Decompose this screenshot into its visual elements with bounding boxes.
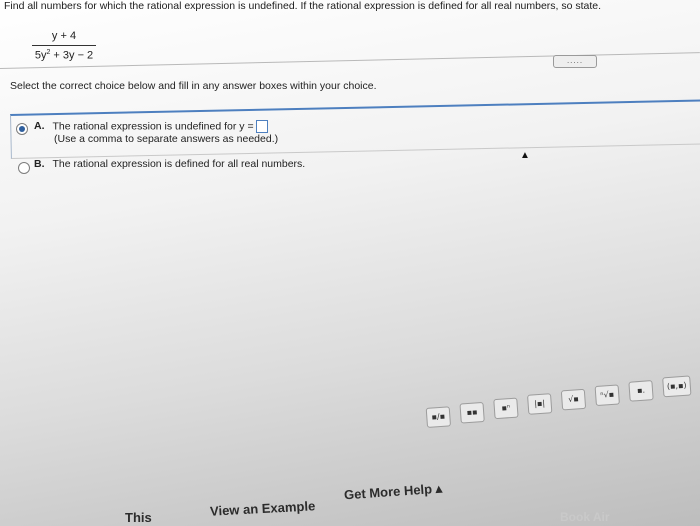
absolute-value-icon[interactable]: |▪| <box>527 393 553 415</box>
denominator: 5y2 + 3y − 2 <box>34 49 94 62</box>
choice-b-radio[interactable] <box>18 162 30 174</box>
choice-a-letter: A. <box>34 120 45 133</box>
more-options-button[interactable]: ..... <box>553 55 597 68</box>
rational-expression: y + 4 5y2 + 3y − 2 <box>30 30 98 62</box>
get-more-help-button[interactable]: Get More Help ▴ <box>344 481 443 504</box>
ordered-pair-icon[interactable]: (▪,▪) <box>662 375 692 398</box>
nth-root-icon[interactable]: ⁿ√▪ <box>594 384 620 407</box>
choice-a-hint: (Use a comma to separate answers as need… <box>54 133 279 145</box>
fraction-icon[interactable]: ▪/▪ <box>425 406 452 428</box>
exponent-icon[interactable]: ▪ⁿ <box>493 397 519 420</box>
square-root-icon[interactable]: √▪ <box>560 388 587 411</box>
math-toolbar: ▪/▪ ▪▪ ▪ⁿ |▪| √▪ ⁿ√▪ ▪. (▪,▪) <box>425 375 700 438</box>
partial-help-link[interactable]: This <box>125 510 152 525</box>
laptop-bezel-label: Book Air <box>560 510 610 524</box>
choice-b[interactable]: B. The rational expression is defined for… <box>34 158 305 170</box>
answer-input-box[interactable] <box>255 120 268 133</box>
decimal-icon[interactable]: ▪. <box>628 380 654 402</box>
choice-b-text: The rational expression is defined for a… <box>52 158 306 170</box>
view-example-link[interactable]: View an Example <box>210 498 316 518</box>
mixed-number-icon[interactable]: ▪▪ <box>459 401 485 424</box>
question-prompt: Find all numbers for which the rational … <box>4 0 602 12</box>
choice-a-radio[interactable] <box>16 123 28 135</box>
numerator: y + 4 <box>51 30 77 42</box>
mouse-cursor-icon: ▲ <box>520 150 530 161</box>
choice-a[interactable]: A. The rational expression is undefined f… <box>34 120 268 133</box>
choice-a-text: The rational expression is undefined for… <box>52 120 254 133</box>
instruction-text: Select the correct choice below and fill… <box>10 80 377 92</box>
choice-b-letter: B. <box>34 158 45 170</box>
